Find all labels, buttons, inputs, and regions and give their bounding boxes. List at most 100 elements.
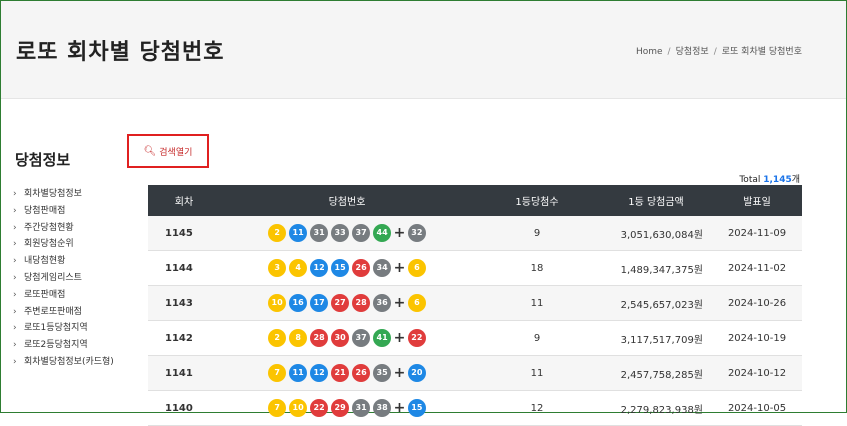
- header-round: 회차: [148, 185, 220, 216]
- chevron-right-icon: ›: [13, 306, 17, 317]
- header-winners: 1등당첨수: [474, 185, 600, 216]
- winning-numbers: 7 11 12 21 26 35 +20: [220, 355, 474, 391]
- sidebar-item-label: 내당첨현황: [24, 256, 66, 267]
- sidebar-item-label: 로또1등당첨지역: [24, 323, 88, 334]
- draw-date: 2024-10-19: [712, 320, 802, 356]
- winning-numbers: 7 10 22 29 31 38 +15: [220, 390, 474, 426]
- breadcrumb: Home / 당첨정보 / 로또 회차별 당첨번호: [636, 44, 802, 57]
- total-unit: 개: [791, 175, 800, 185]
- lotto-ball: 21: [331, 364, 350, 382]
- lotto-ball: 30: [331, 329, 350, 347]
- chevron-right-icon: ›: [13, 256, 17, 267]
- table-header-row: 회차 당첨번호 1등당첨수 1등 당첨금액 발표일: [148, 185, 802, 216]
- lotto-ball: 34: [373, 259, 392, 277]
- sidebar-item[interactable]: › 당첨게임리스트: [13, 270, 114, 287]
- chevron-right-icon: ›: [13, 272, 17, 283]
- sidebar-item[interactable]: › 회원당첨순위: [13, 236, 114, 253]
- lotto-ball: 8: [289, 329, 308, 347]
- winner-count: 9: [474, 216, 600, 251]
- lotto-ball: 41: [373, 329, 392, 347]
- sidebar-item[interactable]: › 회차별당첨정보(카드형): [13, 354, 114, 371]
- breadcrumb-category[interactable]: 당첨정보: [676, 47, 709, 57]
- lotto-ball: 12: [310, 259, 329, 277]
- table-row: 1143 10 16 17 27 28 36 +6 11 2,545,657,023원 2024-1…: [148, 285, 802, 321]
- draw-date: 2024-10-26: [712, 285, 802, 321]
- breadcrumb-separator: /: [667, 47, 671, 57]
- lotto-ball: 27: [331, 294, 350, 312]
- sidebar-item[interactable]: › 로또판매점: [13, 287, 114, 304]
- prize-amount: 2,457,758,285원: [600, 355, 712, 391]
- draw-date: 2024-10-05: [712, 390, 802, 426]
- sidebar-menu: › 회차별당첨정보 › 당첨판매점 › 주간당첨현황 › 회원당첨순위 › 내당첨현황 › 당첨게임리…: [13, 186, 114, 371]
- bonus-ball: 20: [407, 364, 426, 382]
- lotto-ball: 28: [310, 329, 329, 347]
- lotto-ball: 3: [268, 259, 287, 277]
- round-link[interactable]: 1140: [148, 390, 220, 426]
- winning-numbers: 10 16 17 27 28 36 +6: [220, 285, 474, 321]
- lotto-ball: 44: [373, 224, 392, 242]
- prize-amount: 3,117,517,709원: [600, 320, 712, 356]
- sidebar-item-label: 회원당첨순위: [24, 239, 74, 250]
- table-row: 1144 3 4 12 15 26 34 +6 18 1,489,347,375원 2024-11-…: [148, 250, 802, 286]
- lotto-ball: 36: [373, 294, 392, 312]
- winner-count: 9: [474, 320, 600, 356]
- prize-amount: 3,051,630,084원: [600, 216, 712, 251]
- winning-numbers: 2 11 31 33 37 44 +32: [220, 216, 474, 251]
- lotto-ball: 37: [352, 224, 371, 242]
- plus-icon: +: [393, 260, 406, 276]
- sidebar-item[interactable]: › 로또1등당첨지역: [13, 320, 114, 337]
- draw-date: 2024-11-09: [712, 216, 802, 251]
- table-row: 1141 7 11 12 21 26 35 +20 11 2,457,758,285원 2024-1…: [148, 355, 802, 391]
- bonus-ball: 32: [407, 224, 426, 242]
- winner-count: 18: [474, 250, 600, 286]
- round-link[interactable]: 1143: [148, 285, 220, 321]
- lotto-ball: 10: [268, 294, 287, 312]
- sidebar-item[interactable]: › 당첨판매점: [13, 203, 114, 220]
- sidebar-title: 당첨정보: [15, 151, 71, 169]
- bonus-ball: 6: [407, 294, 426, 312]
- sidebar-item-label: 당첨게임리스트: [24, 272, 82, 283]
- chevron-right-icon: ›: [13, 289, 17, 300]
- lotto-ball: 7: [268, 399, 287, 417]
- header-amount: 1등 당첨금액: [600, 185, 712, 216]
- plus-icon: +: [393, 225, 406, 241]
- header-date: 발표일: [712, 185, 802, 216]
- sidebar-item-label: 회차별당첨정보: [24, 189, 82, 199]
- lotto-ball: 7: [268, 364, 287, 382]
- sidebar-item[interactable]: › 주변로또판매점: [13, 304, 114, 321]
- breadcrumb-home[interactable]: Home: [636, 47, 663, 57]
- plus-icon: +: [393, 330, 406, 346]
- sidebar-item-label: 주변로또판매점: [24, 306, 82, 317]
- chevron-right-icon: ›: [13, 205, 17, 216]
- round-link[interactable]: 1144: [148, 250, 220, 286]
- lotto-ball: 31: [352, 399, 371, 417]
- breadcrumb-separator: /: [713, 47, 717, 57]
- round-link[interactable]: 1145: [148, 216, 220, 251]
- total-count: Total 1,145개: [739, 172, 800, 185]
- prize-amount: 2,279,823,938원: [600, 390, 712, 426]
- bonus-ball: 6: [407, 259, 426, 277]
- total-number: 1,145: [763, 175, 792, 185]
- winner-count: 11: [474, 285, 600, 321]
- chevron-right-icon: ›: [13, 356, 17, 367]
- round-link[interactable]: 1141: [148, 355, 220, 391]
- sidebar-item[interactable]: › 회차별당첨정보: [13, 186, 114, 203]
- chevron-right-icon: ›: [13, 189, 17, 199]
- plus-icon: +: [393, 365, 406, 381]
- sidebar-item[interactable]: › 로또2등당첨지역: [13, 337, 114, 354]
- table-row: 1140 7 10 22 29 31 38 +15 12 2,279,823,938원 2024-1…: [148, 390, 802, 426]
- total-label: Total: [739, 175, 761, 185]
- bonus-ball: 15: [407, 399, 426, 417]
- bonus-ball: 22: [407, 329, 426, 347]
- sidebar-item[interactable]: › 주간당첨현황: [13, 220, 114, 237]
- draw-date: 2024-11-02: [712, 250, 802, 286]
- draw-date: 2024-10-12: [712, 355, 802, 391]
- sidebar-item[interactable]: › 내당첨현황: [13, 253, 114, 270]
- round-link[interactable]: 1142: [148, 320, 220, 356]
- search-toggle-button[interactable]: 🔍︎ 검색열기: [127, 134, 209, 168]
- search-icon: 🔍︎: [143, 145, 157, 157]
- lotto-ball: 26: [352, 364, 371, 382]
- sidebar-item-label: 주간당첨현황: [24, 222, 74, 233]
- winning-numbers: 2 8 28 30 37 41 +22: [220, 320, 474, 356]
- lotto-ball: 26: [352, 259, 371, 277]
